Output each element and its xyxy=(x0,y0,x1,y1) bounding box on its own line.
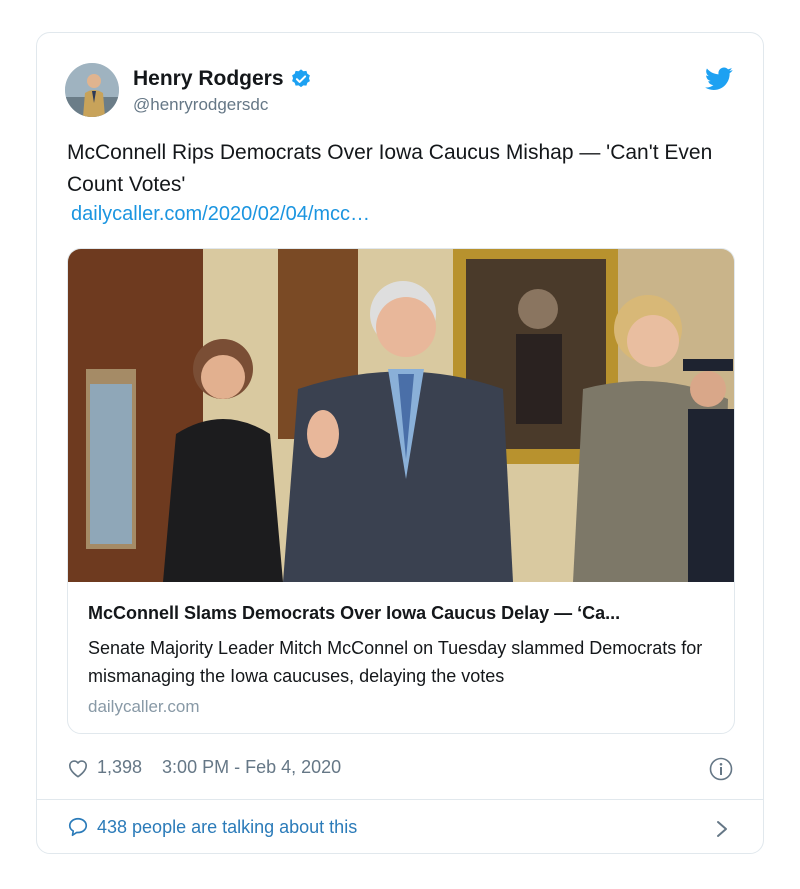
card-description: Senate Majority Leader Mitch McConnel on… xyxy=(88,638,703,686)
conversation-link[interactable]: 438 people are talking about this xyxy=(67,816,357,838)
tweet-card: Henry Rodgers @henryrodgersdc McConnell … xyxy=(36,32,764,854)
avatar[interactable] xyxy=(65,63,119,117)
card-domain: dailycaller.com xyxy=(88,697,200,716)
verified-badge-icon xyxy=(291,69,310,88)
divider xyxy=(37,799,763,800)
twitter-bird-icon[interactable] xyxy=(705,67,733,91)
tweet-text: McConnell Rips Democrats Over Iowa Caucu… xyxy=(67,141,713,196)
talking-count[interactable]: 438 people are talking about this xyxy=(97,817,357,838)
author-handle[interactable]: @henryrodgersdc xyxy=(133,95,268,115)
timestamp[interactable]: 3:00 PM - Feb 4, 2020 xyxy=(162,757,341,778)
like-count[interactable]: 1,398 xyxy=(97,757,142,778)
author-name-row[interactable]: Henry Rodgers xyxy=(133,67,312,91)
card-title[interactable]: McConnell Slams Democrats Over Iowa Cauc… xyxy=(88,603,718,624)
heart-icon[interactable] xyxy=(67,758,89,778)
card-image[interactable] xyxy=(68,249,735,582)
chevron-right-icon[interactable] xyxy=(715,819,729,839)
info-icon[interactable] xyxy=(709,757,733,781)
tweet-link[interactable]: dailycaller.com/2020/02/04/mcc… xyxy=(71,203,370,226)
author-name[interactable]: Henry Rodgers xyxy=(133,67,284,91)
speech-bubble-icon xyxy=(68,817,88,837)
link-preview-card[interactable]: McConnell Slams Democrats Over Iowa Cauc… xyxy=(67,248,735,734)
tweet-meta: 1,398 3:00 PM - Feb 4, 2020 xyxy=(67,757,341,778)
